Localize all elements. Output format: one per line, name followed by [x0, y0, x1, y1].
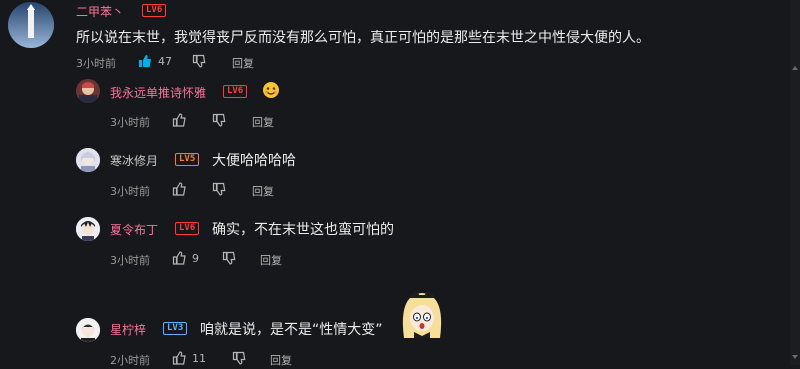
level-badge: LV5: [175, 153, 200, 166]
avatar[interactable]: [76, 148, 100, 172]
avatar-image: [76, 148, 100, 172]
comment-text: 咱就是说，是不是“性情大变”: [200, 322, 383, 338]
like-count: 9: [192, 252, 199, 265]
level-badge: LV3: [163, 322, 188, 335]
thumb-up-icon[interactable]: [172, 181, 186, 200]
thumb-up-icon[interactable]: [172, 250, 186, 269]
scroll-down-arrow-icon[interactable]: [792, 355, 798, 359]
thumb-down-icon[interactable]: [192, 53, 206, 72]
reply-button[interactable]: 回复: [260, 252, 282, 268]
level-badge: LV6: [175, 222, 200, 235]
reply-button[interactable]: 回复: [252, 114, 274, 130]
comment-time: 2小时前: [110, 354, 150, 367]
like-count: 11: [192, 352, 206, 365]
comment-time: 3小时前: [110, 254, 150, 267]
avatar[interactable]: [76, 318, 100, 342]
level-badge: LV6: [142, 4, 167, 17]
scroll-up-arrow-icon[interactable]: [792, 66, 798, 70]
avatar[interactable]: [76, 217, 100, 241]
username[interactable]: 二甲苯丶: [76, 3, 124, 20]
like-count: 47: [158, 55, 172, 68]
comment-text: 确实，不在末世这也蛮可怕的: [212, 222, 394, 238]
reply-button[interactable]: 回复: [232, 55, 254, 71]
comment-text: 大便哈哈哈哈: [212, 153, 296, 169]
thumb-down-icon[interactable]: [232, 350, 246, 369]
username[interactable]: 星柠梓: [110, 321, 146, 338]
anime-girl-shocked-sticker: [396, 288, 448, 342]
avatar[interactable]: [8, 2, 54, 48]
scrollbar[interactable]: [790, 0, 800, 365]
comment-time: 3小时前: [110, 185, 150, 198]
reply-button[interactable]: 回复: [252, 183, 274, 199]
avatar-image: [76, 217, 100, 241]
avatar-image: [76, 318, 100, 342]
thumb-down-icon[interactable]: [222, 250, 236, 269]
thumb-up-icon[interactable]: [172, 112, 186, 131]
thumb-up-filled-icon[interactable]: [138, 53, 152, 72]
comment-time: 3小时前: [110, 116, 150, 129]
avatar[interactable]: [76, 79, 100, 103]
thumb-down-icon[interactable]: [212, 112, 226, 131]
reply-button[interactable]: 回复: [270, 352, 292, 368]
level-badge: LV6: [223, 85, 248, 98]
thumb-up-icon[interactable]: [172, 350, 186, 369]
comment-text: 所以说在末世，我觉得丧尸反而没有那么可怕，真正可怕的是那些在末世之中性侵大便的人…: [76, 30, 650, 46]
comment-time: 3小时前: [76, 57, 116, 70]
thumb-down-icon[interactable]: [212, 181, 226, 200]
username[interactable]: 夏令布丁: [110, 221, 158, 238]
avatar-image: [8, 2, 54, 48]
username[interactable]: 我永远单推诗怀雅: [110, 84, 206, 101]
username[interactable]: 寒冰修月: [110, 152, 158, 169]
smiling-face-emoji: [262, 81, 280, 103]
avatar-image: [76, 79, 100, 103]
